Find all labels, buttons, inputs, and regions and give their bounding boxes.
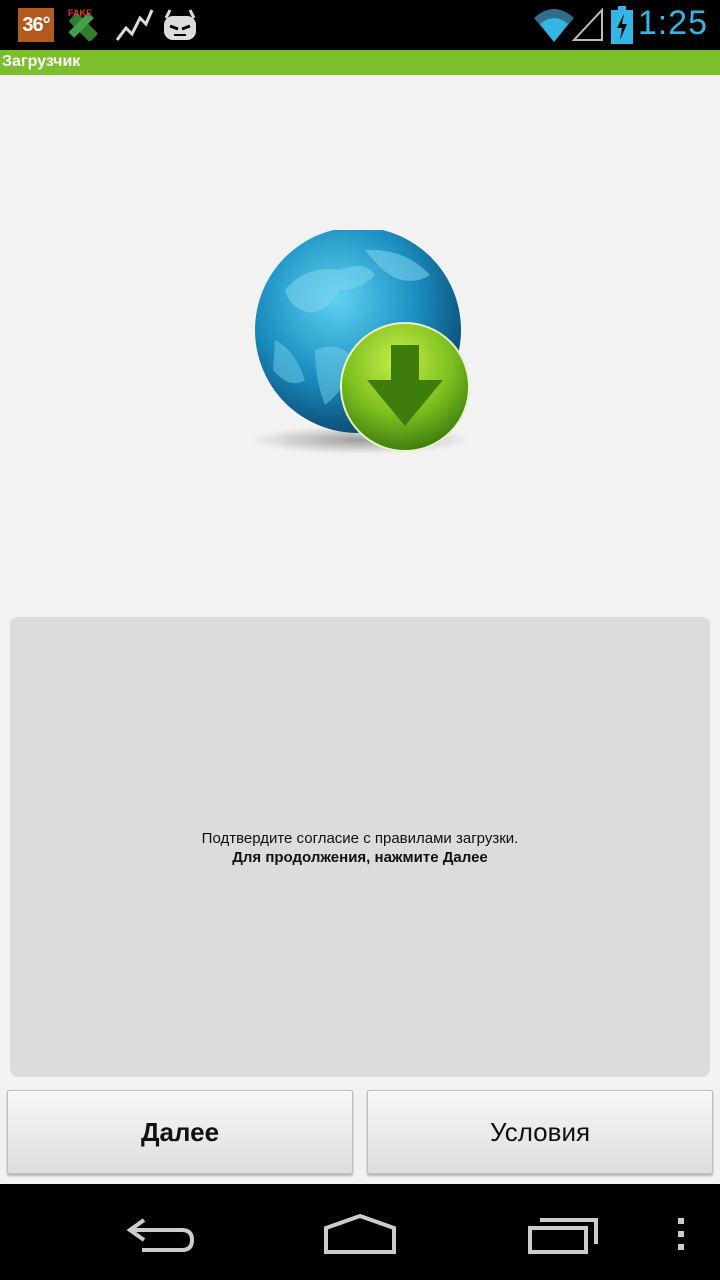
wifi-icon bbox=[534, 9, 574, 42]
battery-icon bbox=[611, 6, 633, 44]
globe-download-icon bbox=[250, 230, 470, 454]
message-panel: Подтвердите согласие с правилами загрузк… bbox=[10, 617, 710, 1077]
menu-icon[interactable] bbox=[674, 1216, 688, 1252]
message-text: Подтвердите согласие с правилами загрузк… bbox=[10, 829, 710, 867]
signal-icon bbox=[572, 8, 603, 41]
app-title-bar: Загрузчик bbox=[0, 50, 720, 75]
navigation-bar bbox=[0, 1184, 720, 1280]
activity-icon bbox=[115, 9, 154, 41]
back-icon[interactable] bbox=[122, 1214, 198, 1254]
app-title: Загрузчик bbox=[2, 53, 81, 70]
home-icon[interactable] bbox=[322, 1212, 398, 1256]
fake-label: FAKE bbox=[68, 8, 92, 18]
android-icon bbox=[164, 9, 196, 40]
temperature-badge: 36° bbox=[18, 8, 54, 42]
message-line-1: Подтвердите согласие с правилами загрузк… bbox=[201, 830, 519, 847]
recents-icon[interactable] bbox=[526, 1214, 600, 1256]
terms-button[interactable]: Условия bbox=[367, 1090, 713, 1174]
next-button[interactable]: Далее bbox=[7, 1090, 353, 1174]
status-bar: 36° FAKE 1:25 bbox=[0, 0, 720, 50]
message-line-2: Для продолжения, нажмите Далее bbox=[232, 849, 488, 866]
clock: 1:25 bbox=[637, 4, 708, 42]
fake-gps-icon: FAKE bbox=[68, 8, 98, 42]
